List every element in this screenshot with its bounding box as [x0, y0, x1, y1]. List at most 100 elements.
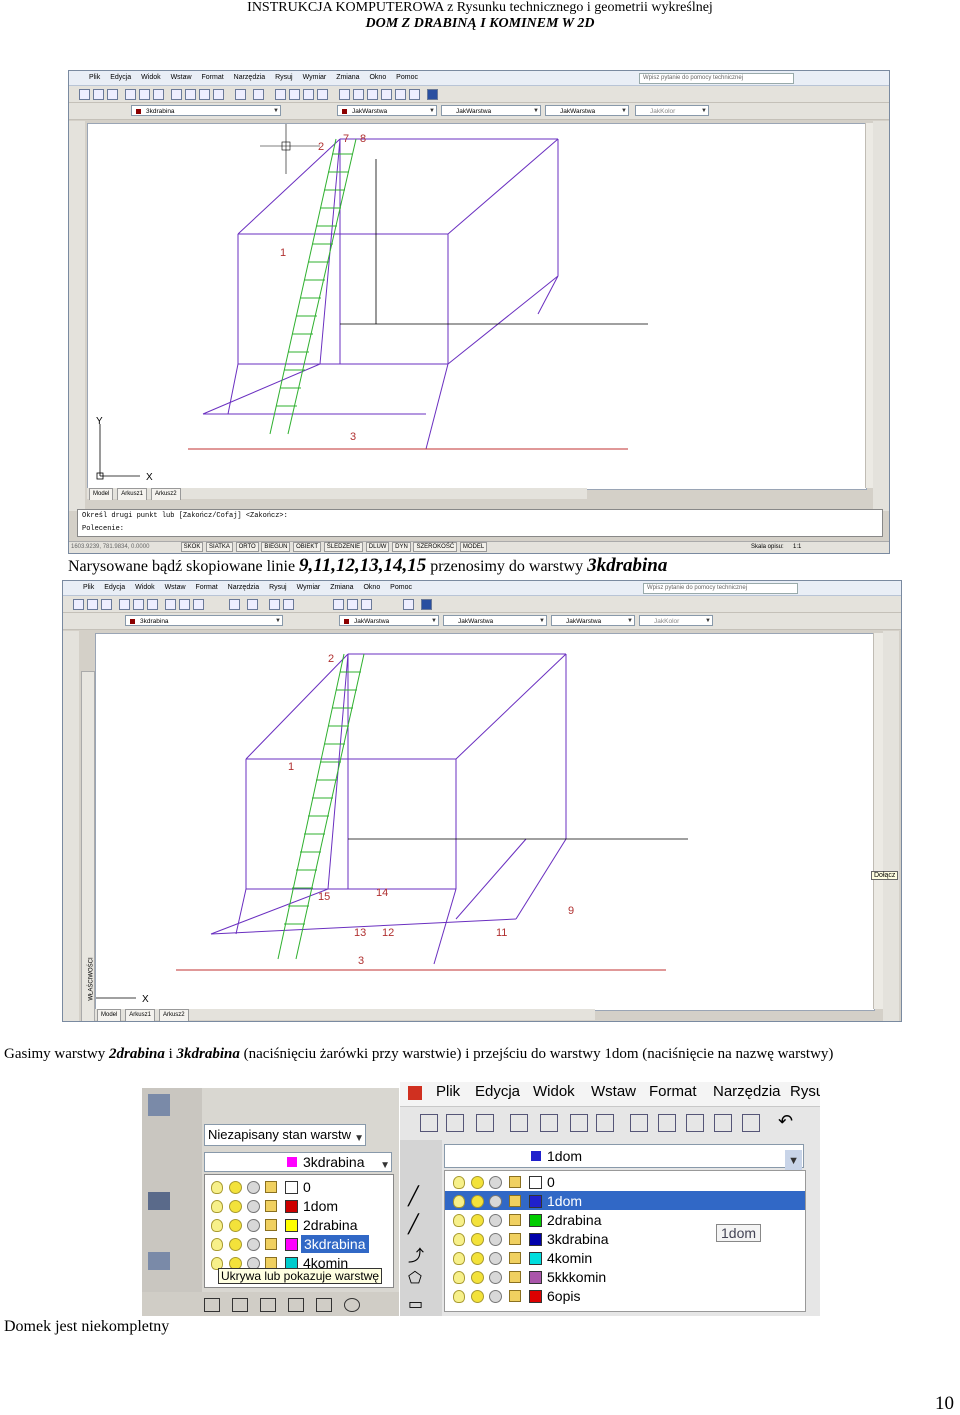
- calculator-icon[interactable]: [409, 89, 420, 100]
- menu2-rysuj[interactable]: Rysuj: [265, 581, 291, 595]
- layer-name[interactable]: 1dom: [547, 1192, 582, 1210]
- properties-icon[interactable]: [339, 89, 350, 100]
- status-orto[interactable]: ORTO: [235, 542, 259, 552]
- cut-icon[interactable]: [630, 1114, 648, 1132]
- aligned-dim-icon[interactable]: [232, 1298, 248, 1312]
- status-sledzenie[interactable]: ŚLEDZENIE: [323, 542, 364, 552]
- linear-dim-icon[interactable]: [204, 1298, 220, 1312]
- layers-stack-icon[interactable]: [148, 1094, 170, 1116]
- publish-icon[interactable]: [147, 599, 158, 610]
- layer-name[interactable]: 0: [547, 1173, 555, 1191]
- cut-icon[interactable]: [171, 89, 182, 100]
- layer-name[interactable]: 6opis: [547, 1287, 580, 1305]
- plotstyle-combo[interactable]: JakKolor ▼: [639, 615, 713, 626]
- lock-icon[interactable]: [509, 1214, 521, 1226]
- print-icon[interactable]: [510, 1114, 528, 1132]
- viewport-freeze-icon[interactable]: [489, 1233, 502, 1246]
- sun-icon[interactable]: [229, 1200, 242, 1213]
- publish-icon[interactable]: [153, 89, 164, 100]
- construction-line-icon[interactable]: ╱: [408, 1214, 419, 1235]
- sun-icon[interactable]: [229, 1181, 242, 1194]
- status-biegun[interactable]: BIEGUN: [261, 542, 291, 552]
- sheet-set-icon[interactable]: [381, 89, 392, 100]
- layer-name[interactable]: 3kdrabina: [301, 1235, 369, 1253]
- layer-row-0[interactable]: 0: [445, 1172, 805, 1191]
- zoom-window-icon[interactable]: [303, 89, 314, 100]
- lineweight-combo[interactable]: JakWarstwa ▼: [551, 615, 635, 626]
- save-icon[interactable]: [107, 89, 118, 100]
- tab-arkusz2[interactable]: Arkusz2: [150, 488, 181, 500]
- paste-icon[interactable]: [193, 599, 204, 610]
- paste-icon[interactable]: [686, 1114, 704, 1132]
- zoom-previous-icon[interactable]: [317, 89, 328, 100]
- tab-model[interactable]: Model: [89, 488, 114, 500]
- lock-icon[interactable]: [509, 1271, 521, 1283]
- drawing-area-2[interactable]: 2 1 3 15 14 13 12 11 9 X: [95, 633, 875, 1011]
- lock-icon[interactable]: [509, 1195, 521, 1207]
- pan-icon[interactable]: [275, 89, 286, 100]
- layer-current-combo[interactable]: 3kdrabina ▼: [204, 1152, 392, 1172]
- layer-match-icon[interactable]: [148, 1252, 170, 1270]
- scale-value[interactable]: 1:1: [793, 542, 801, 553]
- menu2-wymiar[interactable]: Wymiar: [293, 581, 325, 595]
- layer-current-combo[interactable]: 1dom ▼: [444, 1144, 804, 1172]
- copy-icon[interactable]: [185, 89, 196, 100]
- undo-icon[interactable]: [235, 89, 246, 100]
- sun-icon[interactable]: [229, 1238, 242, 1251]
- plot-icon[interactable]: [596, 1114, 614, 1132]
- calculator-icon[interactable]: [403, 599, 414, 610]
- menu-plik[interactable]: Plik: [85, 71, 104, 85]
- menu-format[interactable]: Format: [198, 71, 228, 85]
- layer-state-combo[interactable]: Niezapisany stan warstw ▼: [204, 1124, 366, 1146]
- menu2-narzedzia[interactable]: Narzędzia: [224, 581, 264, 595]
- design-center-icon[interactable]: [353, 89, 364, 100]
- bulb-icon[interactable]: [453, 1290, 465, 1303]
- status-obiekt[interactable]: OBIEKT: [293, 542, 322, 552]
- drawing-area[interactable]: 2 7 8 1 3 Y X: [87, 123, 867, 490]
- layer-name[interactable]: 2drabina: [547, 1211, 602, 1229]
- copy-icon[interactable]: [179, 599, 190, 610]
- menu-wstaw[interactable]: Wstaw: [591, 1083, 636, 1100]
- bulb-icon[interactable]: [453, 1233, 465, 1246]
- menu-edycja[interactable]: Edycja: [475, 1083, 520, 1100]
- bulb-icon[interactable]: [211, 1219, 223, 1232]
- layer-row-1dom[interactable]: 1dom: [205, 1196, 393, 1215]
- menu2-zmiana[interactable]: Zmiana: [326, 581, 357, 595]
- lock-icon[interactable]: [265, 1200, 277, 1212]
- menu-narzedzia[interactable]: Narzędzia: [230, 71, 270, 85]
- bulb-icon[interactable]: [453, 1176, 465, 1189]
- layer-name[interactable]: 0: [303, 1178, 311, 1196]
- viewport-freeze-icon[interactable]: [247, 1181, 260, 1194]
- pan-icon[interactable]: [269, 599, 280, 610]
- sun-icon[interactable]: [471, 1176, 484, 1189]
- match-properties-icon[interactable]: [714, 1114, 732, 1132]
- menu-widok[interactable]: Widok: [533, 1083, 575, 1100]
- menu-rysuj[interactable]: Rysuj: [271, 71, 297, 85]
- open-icon[interactable]: [87, 599, 98, 610]
- menu-rysuj[interactable]: Rysu: [790, 1083, 820, 1100]
- properties-palette-strip[interactable]: WŁAŚCIWOŚCI: [81, 671, 95, 1021]
- layer-name[interactable]: 1dom: [303, 1197, 338, 1215]
- menu-format[interactable]: Format: [649, 1083, 697, 1100]
- status-model[interactable]: MODEL: [459, 542, 488, 552]
- lock-icon[interactable]: [509, 1290, 521, 1302]
- copy-icon[interactable]: [658, 1114, 676, 1132]
- layer-row-2drabina[interactable]: 2drabina: [205, 1215, 393, 1234]
- help-search-input[interactable]: Wpisz pytanie do pomocy technicznej: [639, 73, 794, 84]
- angular-dim-icon[interactable]: [344, 1298, 360, 1312]
- viewport-freeze-icon[interactable]: [489, 1176, 502, 1189]
- redo-icon[interactable]: [253, 89, 264, 100]
- menu2-wstaw[interactable]: Wstaw: [161, 581, 190, 595]
- lock-icon[interactable]: [265, 1219, 277, 1231]
- menu2-plik[interactable]: Plik: [79, 581, 98, 595]
- menu2-okno[interactable]: Okno: [359, 581, 384, 595]
- layer-name[interactable]: 2drabina: [303, 1216, 358, 1234]
- menu2-edycja[interactable]: Edycja: [100, 581, 129, 595]
- layer-row-1dom-selected[interactable]: 1dom: [445, 1191, 805, 1210]
- bulb-icon[interactable]: [211, 1238, 223, 1251]
- status-dyn[interactable]: DYN: [392, 542, 411, 552]
- tab-arkusz1[interactable]: Arkusz1: [117, 488, 147, 500]
- viewport-freeze-icon[interactable]: [247, 1200, 260, 1213]
- preview-icon[interactable]: [540, 1114, 558, 1132]
- new-icon[interactable]: [79, 89, 90, 100]
